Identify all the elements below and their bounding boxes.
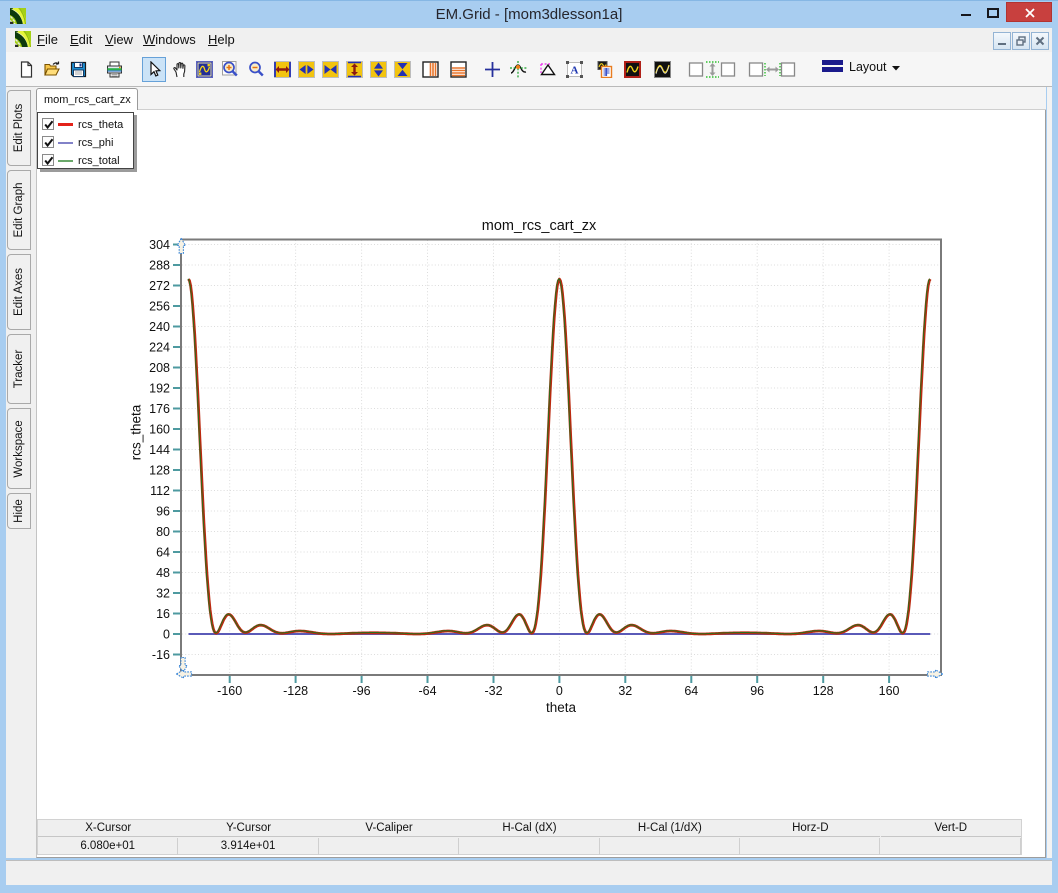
svg-text:-160: -160 — [217, 684, 242, 698]
svg-text:-32: -32 — [484, 684, 502, 698]
svg-text:304: 304 — [149, 238, 170, 252]
svg-text:-128: -128 — [283, 684, 308, 698]
svg-text:208: 208 — [149, 361, 170, 375]
svg-text:176: 176 — [149, 402, 170, 416]
svg-text:192: 192 — [149, 382, 170, 396]
svg-text:32: 32 — [618, 684, 632, 698]
svg-text:theta: theta — [546, 700, 577, 715]
svg-text:160: 160 — [149, 423, 170, 437]
svg-text:128: 128 — [813, 684, 834, 698]
svg-text:0: 0 — [556, 684, 563, 698]
svg-text:144: 144 — [149, 443, 170, 457]
svg-text:mom_rcs_cart_zx: mom_rcs_cart_zx — [482, 218, 597, 234]
svg-text:96: 96 — [750, 684, 764, 698]
svg-text:0: 0 — [163, 628, 170, 642]
svg-text:128: 128 — [149, 464, 170, 478]
svg-text:112: 112 — [150, 484, 170, 498]
svg-text:160: 160 — [879, 684, 900, 698]
svg-text:64: 64 — [156, 546, 170, 560]
svg-text:96: 96 — [156, 505, 170, 519]
svg-text:64: 64 — [684, 684, 698, 698]
svg-text:224: 224 — [149, 341, 170, 355]
svg-text:288: 288 — [149, 259, 170, 273]
svg-text:16: 16 — [156, 607, 170, 621]
svg-text:-64: -64 — [418, 684, 436, 698]
svg-text:-96: -96 — [353, 684, 371, 698]
svg-text:256: 256 — [149, 300, 170, 314]
svg-text:240: 240 — [149, 320, 170, 334]
svg-text:272: 272 — [149, 279, 170, 293]
svg-text:-16: -16 — [152, 648, 170, 662]
svg-text:48: 48 — [156, 566, 170, 580]
svg-text:32: 32 — [156, 587, 170, 601]
svg-text:80: 80 — [156, 525, 170, 539]
svg-text:A: A — [571, 65, 579, 77]
